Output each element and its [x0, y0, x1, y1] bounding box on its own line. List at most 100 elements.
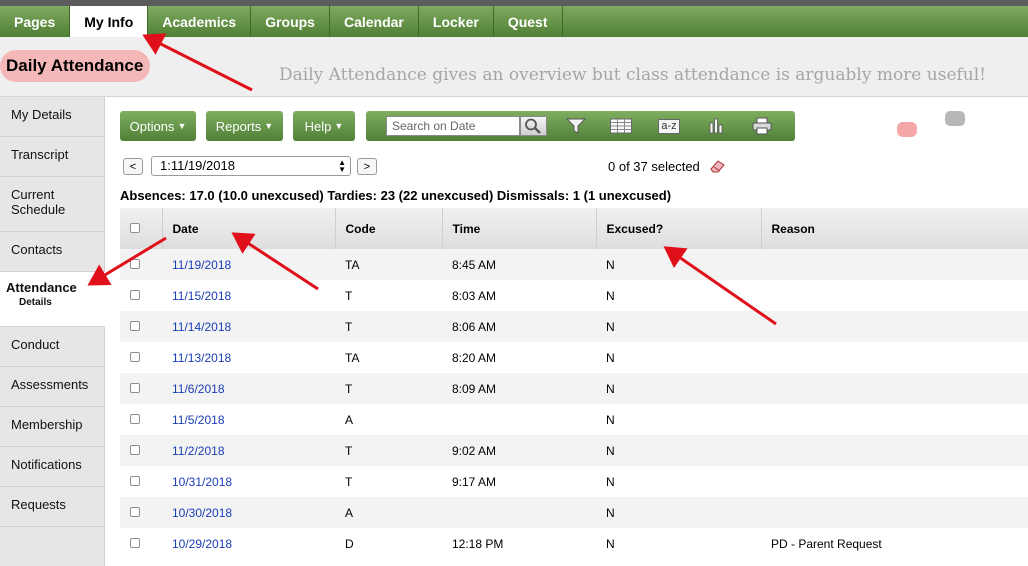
tab-calendar[interactable]: Calendar — [330, 6, 419, 37]
reason-cell — [761, 435, 1028, 466]
sort-az-text: a-z — [658, 118, 680, 134]
column-header-code[interactable]: Code — [334, 208, 442, 249]
sort-az-icon[interactable]: a-z — [656, 117, 682, 135]
tab-locker[interactable]: Locker — [419, 6, 494, 37]
date-link[interactable]: 11/19/2018 — [162, 249, 335, 280]
row-checkbox[interactable] — [130, 289, 140, 300]
filter-icon[interactable] — [564, 117, 588, 135]
date-link[interactable]: 11/6/2018 — [162, 373, 335, 404]
row-checkbox[interactable] — [130, 382, 140, 393]
excused-cell: N — [606, 412, 615, 427]
main-tab-bar: Pages My Info Academics Groups Calendar … — [0, 6, 1028, 38]
tab-academics[interactable]: Academics — [148, 6, 252, 37]
row-checkbox[interactable] — [130, 320, 140, 331]
code-cell: T — [335, 311, 442, 342]
code-cell: T — [335, 373, 442, 404]
page-title: Daily Attendance — [6, 56, 144, 75]
help-button[interactable]: Help ▼ — [293, 111, 355, 141]
printer-icon[interactable] — [750, 117, 774, 135]
tab-my-info[interactable]: My Info — [70, 6, 149, 38]
reason-cell: PD - Parent Request — [771, 536, 882, 551]
table-row: 10/30/2018 A N — [120, 497, 1028, 528]
sidebar-item-contacts[interactable]: Contacts — [0, 232, 104, 272]
tab-groups[interactable]: Groups — [251, 6, 330, 37]
bar-chart-icon[interactable] — [704, 117, 728, 135]
sidebar-item-requests[interactable]: Requests — [0, 487, 104, 527]
reason-cell — [761, 342, 1028, 373]
date-link[interactable]: 11/14/2018 — [162, 311, 335, 342]
column-header-date[interactable]: Date — [161, 208, 335, 249]
prev-button[interactable]: < — [123, 158, 143, 175]
excused-cell: N — [606, 536, 615, 551]
code-cell: A — [345, 412, 354, 427]
time-cell: 8:45 AM — [442, 249, 596, 280]
reason-cell — [761, 373, 1028, 404]
column-header-time[interactable]: Time — [441, 208, 596, 249]
sidebar-item-membership[interactable]: Membership — [0, 407, 104, 447]
excused-cell: N — [606, 350, 615, 365]
excused-cell: N — [596, 497, 761, 528]
column-header-reason[interactable]: Reason — [760, 208, 1028, 249]
grid-icon[interactable] — [609, 117, 633, 135]
time-cell: 8:06 AM — [442, 311, 596, 342]
sidebar-item-notifications[interactable]: Notifications — [0, 447, 104, 487]
selected-count: 0 of 37 selected — [608, 159, 700, 174]
magnifier-icon — [525, 118, 541, 134]
search-button[interactable] — [520, 116, 547, 136]
row-checkbox[interactable] — [130, 506, 140, 517]
row-checkbox[interactable] — [130, 475, 140, 486]
select-all-checkbox[interactable] — [130, 222, 140, 233]
row-checkbox[interactable] — [130, 413, 140, 424]
reason-cell — [761, 404, 1028, 435]
options-button[interactable]: Options ▼ — [120, 111, 196, 141]
row-checkbox[interactable] — [130, 351, 140, 362]
sidebar-item-conduct[interactable]: Conduct — [0, 327, 104, 367]
caret-down-icon: ▼ — [264, 121, 274, 131]
column-header-excused[interactable]: Excused? — [595, 208, 761, 249]
select-arrows-icon: ▲ ▼ — [338, 158, 346, 174]
date-link[interactable]: 10/29/2018 — [162, 528, 335, 559]
sidebar-item-transcript[interactable]: Transcript — [0, 137, 104, 177]
table-row: 11/19/2018 TA 8:45 AM N — [120, 249, 1028, 280]
select-all-cell — [120, 208, 162, 249]
sidebar-item-current-schedule[interactable]: Current Schedule — [0, 177, 104, 232]
row-checkbox[interactable] — [130, 537, 140, 548]
excused-cell: N — [596, 311, 761, 342]
sidebar-item-assessments[interactable]: Assessments — [0, 367, 104, 407]
time-cell: 9:17 AM — [452, 474, 497, 489]
time-cell — [442, 404, 596, 435]
date-link[interactable]: 11/5/2018 — [162, 404, 335, 435]
date-link[interactable]: 11/15/2018 — [162, 280, 335, 311]
time-cell: 9:02 AM — [442, 435, 596, 466]
next-button[interactable]: > — [357, 158, 377, 175]
sidebar-item-attendance[interactable]: Attendance Details — [0, 272, 105, 327]
search-toolbar: Search on Date a-z — [366, 111, 795, 141]
search-input[interactable]: Search on Date — [386, 116, 520, 136]
date-link[interactable]: 10/30/2018 — [162, 497, 335, 528]
tab-pages[interactable]: Pages — [0, 6, 71, 37]
excused-cell: N — [596, 373, 761, 404]
date-link[interactable]: 11/13/2018 — [162, 342, 335, 373]
table-row: 10/31/2018 T 9:17 AM N — [120, 466, 1028, 497]
reports-button[interactable]: Reports ▼ — [206, 111, 283, 141]
row-checkbox[interactable] — [130, 444, 140, 455]
sidebar-item-my-details[interactable]: My Details — [0, 97, 104, 137]
tab-quest[interactable]: Quest — [494, 6, 563, 37]
date-link[interactable]: 11/2/2018 — [162, 435, 335, 466]
table-row: 11/14/2018 T 8:06 AM N — [120, 311, 1028, 342]
reports-label: Reports — [215, 118, 262, 134]
date-link[interactable]: 10/31/2018 — [162, 466, 335, 497]
sidebar-item-label: Attendance — [6, 280, 77, 295]
eraser-icon[interactable] — [708, 159, 725, 173]
caret-down-icon: ▼ — [334, 121, 344, 131]
date-select[interactable]: 1:11/19/2018 ▲ ▼ — [151, 156, 351, 176]
sidebar-subitem-details[interactable]: Details — [6, 297, 104, 308]
table-row: 11/5/2018 A N — [120, 404, 1028, 435]
code-cell: T — [345, 474, 353, 489]
table-row: 11/6/2018 T 8:09 AM N — [120, 373, 1028, 404]
code-cell: A — [335, 497, 442, 528]
code-cell: TA — [345, 350, 360, 365]
row-checkbox[interactable] — [130, 258, 140, 269]
annotation-note: Daily Attendance gives an overview but c… — [279, 65, 987, 85]
table-row: 11/2/2018 T 9:02 AM N — [120, 435, 1028, 466]
